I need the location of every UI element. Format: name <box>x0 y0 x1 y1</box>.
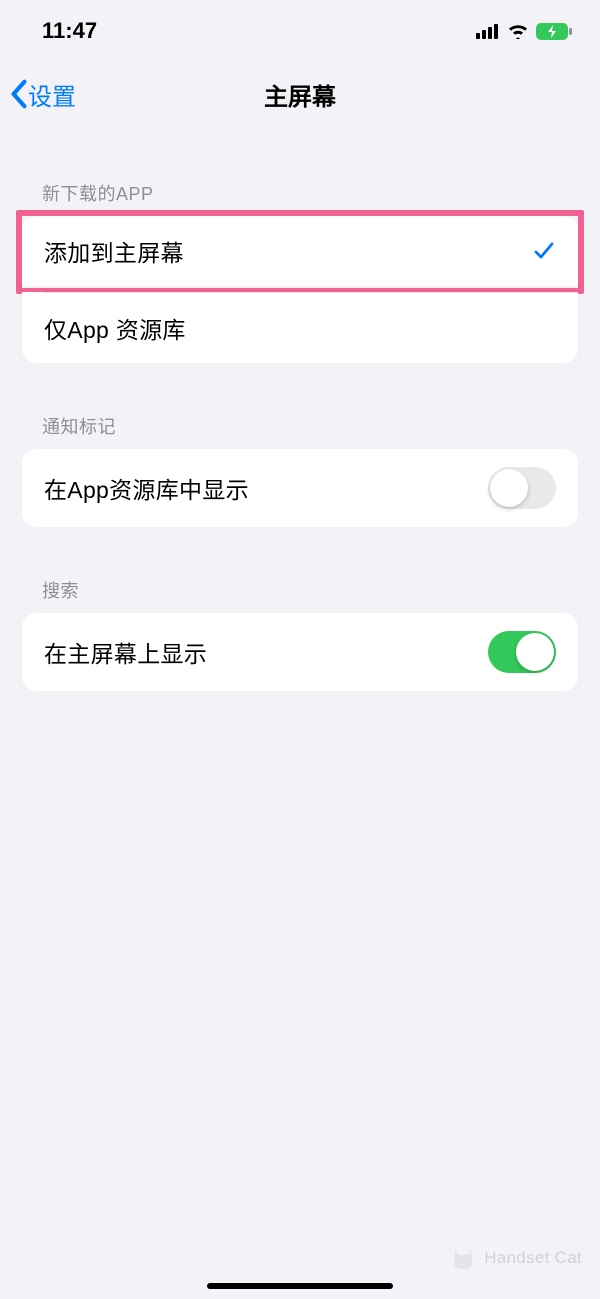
battery-charging-icon <box>536 23 572 40</box>
checkmark-icon <box>532 239 556 263</box>
row-show-in-app-library: 在App资源库中显示 <box>22 449 578 527</box>
back-button[interactable]: 设置 <box>10 77 76 112</box>
option-label: 仅App 资源库 <box>44 311 186 345</box>
wifi-icon <box>507 23 529 39</box>
watermark: Handset Cat <box>450 1245 582 1271</box>
back-label: 设置 <box>28 77 76 112</box>
row-label: 在主屏幕上显示 <box>44 635 207 669</box>
section-header-search: 搜索 <box>22 527 578 613</box>
watermark-text: Handset Cat <box>484 1248 582 1268</box>
chevron-left-icon <box>10 79 28 109</box>
row-show-on-home-screen: 在主屏幕上显示 <box>22 613 578 691</box>
navigation-bar: 设置 主屏幕 <box>0 56 600 126</box>
highlight-annotation: 添加到主屏幕 <box>16 210 584 294</box>
cat-logo-icon <box>450 1245 476 1271</box>
row-label: 在App资源库中显示 <box>44 471 249 505</box>
status-icons <box>476 23 572 40</box>
section-header-new-apps: 新下载的APP <box>22 126 578 216</box>
home-indicator[interactable] <box>207 1283 393 1289</box>
status-bar: 11:47 <box>0 0 600 56</box>
section-header-notification-badges: 通知标记 <box>22 363 578 449</box>
toggle-home-screen-search[interactable] <box>488 631 556 673</box>
option-label: 添加到主屏幕 <box>44 234 184 268</box>
page-title: 主屏幕 <box>264 77 336 112</box>
toggle-knob <box>490 469 528 507</box>
toggle-knob <box>516 633 554 671</box>
toggle-app-library-badges[interactable] <box>488 467 556 509</box>
option-app-library-only[interactable]: 仅App 资源库 <box>22 293 578 363</box>
option-add-to-home-screen[interactable]: 添加到主屏幕 <box>22 216 578 286</box>
status-time: 11:47 <box>42 18 97 44</box>
cellular-icon <box>476 23 500 39</box>
